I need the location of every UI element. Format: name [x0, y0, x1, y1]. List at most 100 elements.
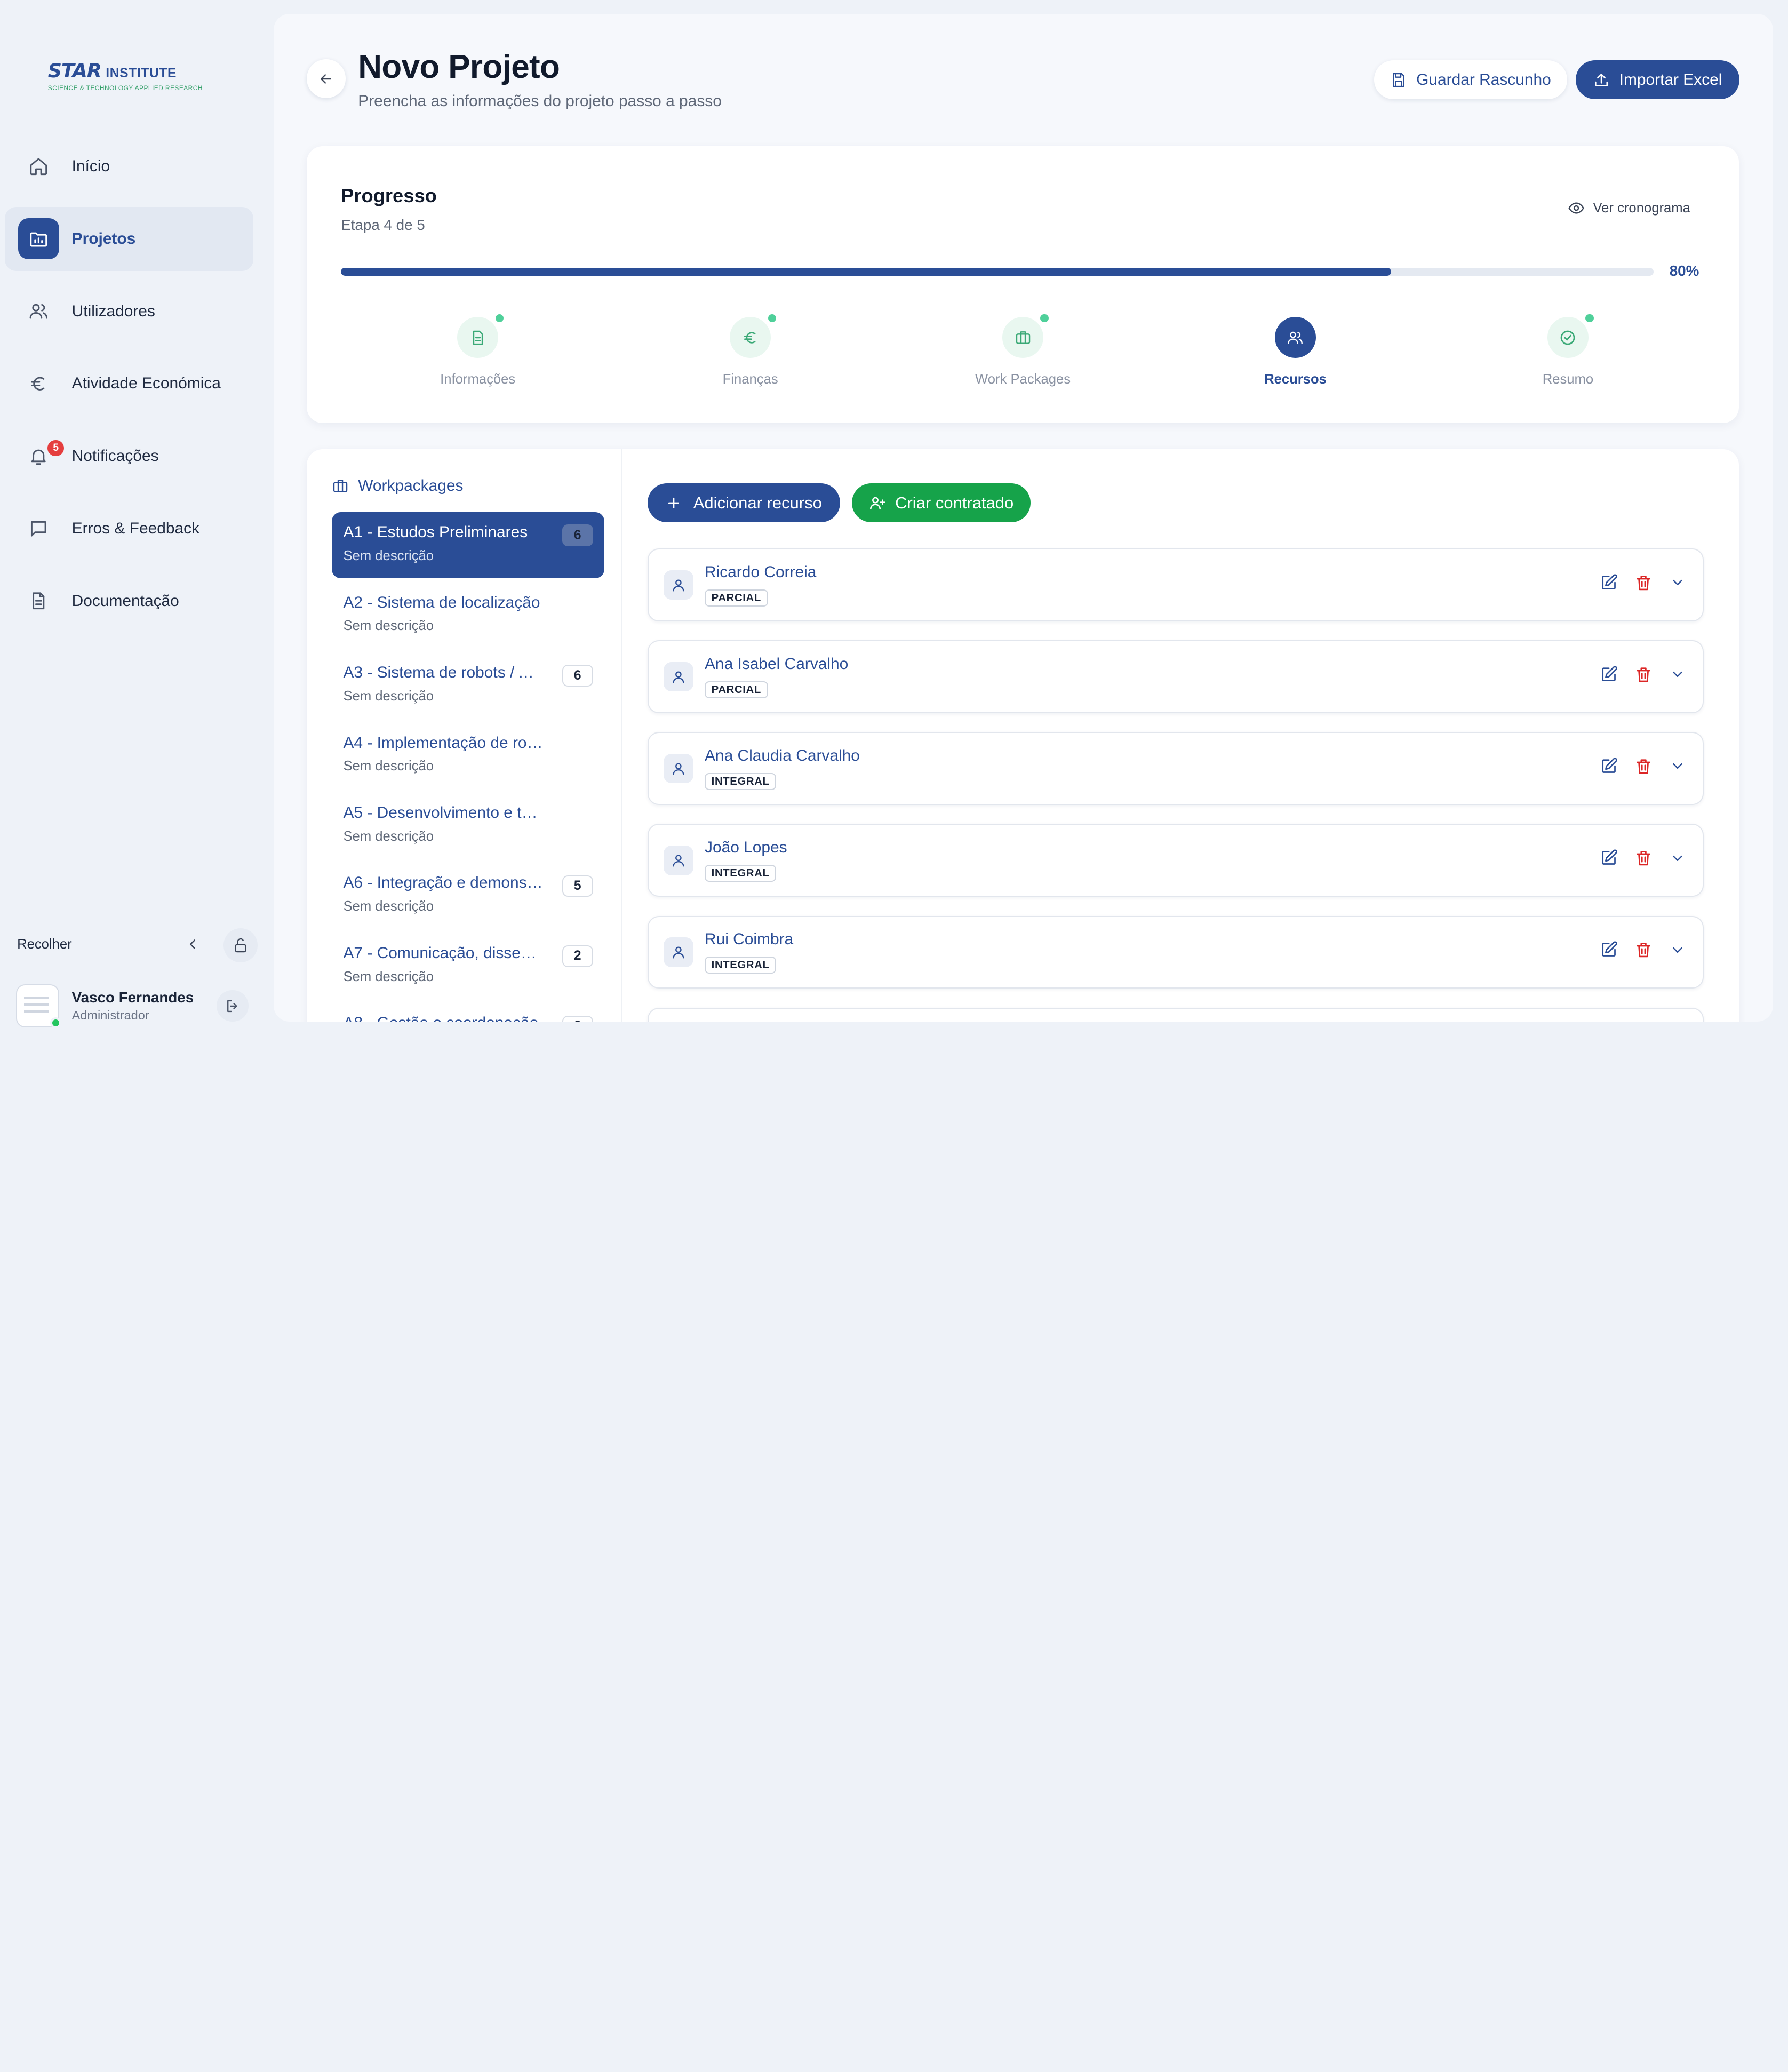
sidebar-item-notificacoes[interactable]: 5 Notificações [5, 424, 253, 488]
workpackage-item[interactable]: A7 - Comunicação, disseminação Sem descr… [332, 933, 604, 999]
progress-bar-fill [341, 268, 1391, 276]
resource-name: Ana Claudia Carvalho [704, 747, 860, 765]
sidebar-item-atividade-economica[interactable]: Atividade Económica [5, 352, 253, 416]
sidebar-item-label: Início [71, 157, 110, 176]
progress-bar [341, 268, 1654, 276]
step-work-packages[interactable]: Work Packages [954, 312, 1091, 387]
document-icon [18, 580, 59, 621]
collapse-sidebar-button[interactable]: Recolher [5, 926, 212, 962]
sidebar-item-inicio[interactable]: Início [5, 134, 253, 198]
resource-actions [1600, 941, 1686, 959]
workpackage-item[interactable]: A6 - Integração e demonstração Sem descr… [332, 863, 604, 929]
euro-icon [742, 329, 759, 346]
chevron-down-icon[interactable] [1669, 757, 1687, 775]
workpackage-name: A6 - Integração e demonstração [343, 874, 544, 892]
workpackage-item[interactable]: A5 - Desenvolvimento e testes Sem descri… [332, 793, 604, 859]
edit-icon[interactable] [1600, 757, 1618, 775]
user-name: Vasco Fernandes [71, 989, 194, 1006]
add-resource-button[interactable]: Adicionar recurso [648, 483, 841, 523]
edit-icon[interactable] [1600, 665, 1618, 683]
resource-row[interactable]: Ricardo Correia PARCIAL [648, 548, 1704, 622]
resource-row[interactable]: Rui Coimbra INTEGRAL [648, 915, 1704, 989]
add-resource-label: Adicionar recurso [693, 493, 822, 512]
save-draft-label: Guardar Rascunho [1416, 70, 1551, 89]
workpackage-desc: Sem descrição [343, 969, 434, 984]
sidebar-item-label: Projetos [71, 229, 136, 248]
step-complete-dot [1584, 312, 1595, 324]
workpackage-item[interactable]: A4 - Implementação de robots Sem descriç… [332, 722, 604, 788]
workpackage-desc: Sem descrição [343, 899, 434, 914]
workpackage-item[interactable]: A8 - Gestão e coordenação 2 [332, 1003, 604, 1022]
resource-row[interactable]: Ana Isabel Carvalho PARCIAL [648, 640, 1704, 714]
resource-name: Rui Coimbra [704, 930, 794, 949]
workpackage-desc: Sem descrição [343, 828, 434, 844]
page-title: Novo Projeto [358, 48, 560, 85]
step-financas[interactable]: Finanças [682, 312, 819, 387]
back-button[interactable] [307, 59, 346, 98]
trash-icon[interactable] [1634, 573, 1653, 592]
save-draft-button[interactable]: Guardar Rascunho [1374, 60, 1567, 99]
sidebar-item-projetos[interactable]: Projetos [4, 206, 253, 271]
sidebar-item-label: Atividade Económica [71, 374, 221, 393]
user-profile[interactable]: Vasco Fernandes Administrador [15, 981, 256, 1031]
workpackage-desc: Sem descrição [343, 548, 434, 564]
resource-actions [1600, 757, 1686, 775]
workpackage-name: A8 - Gestão e coordenação [343, 1014, 544, 1022]
workpackage-count-badge: 2 [562, 945, 593, 967]
sidebar-nav: Início Projetos Utilizadores Atividade E… [4, 134, 253, 641]
workpackage-item[interactable]: A2 - Sistema de localização Sem descriçã… [332, 582, 604, 648]
main-content: Novo Projeto Preencha as informações do … [274, 13, 1774, 1022]
workpackage-desc: Sem descrição [343, 618, 434, 634]
logout-button[interactable] [217, 990, 249, 1022]
view-schedule-link[interactable]: Ver cronograma [1568, 200, 1690, 217]
briefcase-icon [332, 477, 349, 495]
chevron-down-icon[interactable] [1669, 573, 1687, 592]
arrow-left-icon [318, 71, 334, 87]
sidebar: STAR INSTITUTE SCIENCE & TECHNOLOGY APPL… [0, 0, 265, 1035]
trash-icon[interactable] [1634, 941, 1653, 959]
step-resumo[interactable]: Resumo [1499, 312, 1637, 387]
resource-row[interactable]: João Lopes INTEGRAL [648, 824, 1704, 897]
sidebar-item-erros-feedback[interactable]: Erros & Feedback [5, 497, 253, 561]
progress-step-text: Etapa 4 de 5 [341, 217, 425, 234]
workpackage-count-badge: 5 [562, 875, 593, 897]
logo[interactable]: STAR INSTITUTE SCIENCE & TECHNOLOGY APPL… [48, 59, 219, 92]
lock-sidebar-button[interactable] [224, 928, 258, 963]
trash-icon[interactable] [1634, 849, 1653, 867]
page-subtitle: Preencha as informações do projeto passo… [358, 92, 722, 110]
resources-card: Workpackages A1 - Estudos Preliminares S… [307, 449, 1739, 1022]
edit-icon[interactable] [1600, 849, 1618, 867]
step-informacoes[interactable]: Informações [409, 312, 546, 387]
resource-row[interactable]: Ana Claudia Carvalho INTEGRAL [648, 732, 1704, 806]
workpackage-name: A5 - Desenvolvimento e testes [343, 804, 544, 822]
import-excel-button[interactable]: Importar Excel [1576, 60, 1739, 99]
resource-row[interactable] [648, 1007, 1704, 1022]
edit-icon[interactable] [1600, 573, 1618, 592]
sidebar-item-documentacao[interactable]: Documentação [5, 569, 253, 633]
chevron-down-icon[interactable] [1669, 665, 1687, 683]
trash-icon[interactable] [1634, 665, 1653, 683]
workpackage-item[interactable]: A1 - Estudos Preliminares Sem descrição … [332, 512, 604, 578]
resource-allocation-tag: INTEGRAL [704, 865, 777, 882]
users-icon [1287, 329, 1304, 346]
trash-icon[interactable] [1634, 757, 1653, 775]
chevron-down-icon[interactable] [1669, 941, 1687, 959]
workpackage-count-badge: 6 [562, 524, 593, 546]
resource-name: João Lopes [704, 839, 787, 857]
workpackage-count-badge: 2 [562, 1015, 593, 1022]
step-label: Recursos [1264, 371, 1327, 387]
logout-icon [225, 998, 241, 1014]
create-contractor-button[interactable]: Criar contratado [851, 483, 1031, 523]
step-recursos[interactable]: Recursos [1227, 317, 1364, 387]
sidebar-item-utilizadores[interactable]: Utilizadores [5, 280, 253, 344]
resource-allocation-tag: INTEGRAL [704, 957, 777, 974]
resources-panel: Adicionar recurso Criar contratado Ricar… [622, 449, 1739, 1022]
workpackage-item[interactable]: A3 - Sistema de robots / AGVs Sem descri… [332, 652, 604, 719]
sidebar-item-label: Utilizadores [71, 302, 155, 320]
home-icon [18, 146, 59, 187]
projects-icon [18, 218, 60, 260]
collapse-label: Recolher [17, 936, 72, 952]
workpackage-name: A4 - Implementação de robots [343, 734, 544, 752]
edit-icon[interactable] [1600, 941, 1618, 959]
chevron-down-icon[interactable] [1669, 849, 1687, 867]
